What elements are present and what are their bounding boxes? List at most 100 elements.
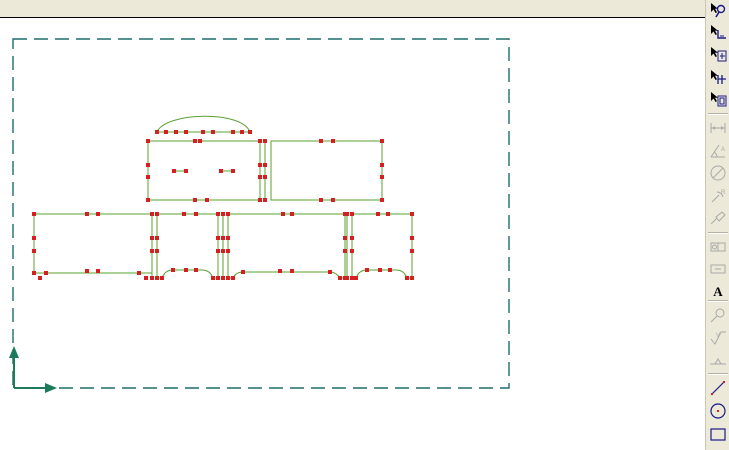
drawing-svg[interactable] xyxy=(0,18,705,450)
selection-handle[interactable] xyxy=(155,249,159,253)
selection-handle[interactable] xyxy=(278,269,282,273)
selection-handle[interactable] xyxy=(258,139,262,143)
selection-handle[interactable] xyxy=(226,276,230,280)
selection-handle[interactable] xyxy=(146,139,150,143)
selection-handle[interactable] xyxy=(32,212,36,216)
selection-handle[interactable] xyxy=(216,276,220,280)
selection-handle[interactable] xyxy=(263,163,267,167)
selection-handle[interactable] xyxy=(248,130,252,134)
drawing-geometry[interactable] xyxy=(33,115,413,279)
selection-handle[interactable] xyxy=(38,276,42,280)
selection-handle[interactable] xyxy=(338,276,342,280)
selection-handle[interactable] xyxy=(144,276,148,280)
selection-handle[interactable] xyxy=(263,139,267,143)
selection-handle[interactable] xyxy=(365,268,369,272)
selection-handle[interactable] xyxy=(150,276,154,280)
selection-handle[interactable] xyxy=(345,212,349,216)
selection-handle[interactable] xyxy=(263,198,267,202)
selection-handle[interactable] xyxy=(164,130,168,134)
selection-handle[interactable] xyxy=(343,249,347,253)
selection-handle[interactable] xyxy=(182,212,186,216)
selection-handle[interactable] xyxy=(258,163,262,167)
selection-handle[interactable] xyxy=(216,249,220,253)
selection-handle[interactable] xyxy=(96,212,100,216)
selection-handle[interactable] xyxy=(96,269,100,273)
select-zoom-button[interactable] xyxy=(709,2,727,20)
selection-handle[interactable] xyxy=(226,212,230,216)
selection-handle[interactable] xyxy=(386,212,390,216)
select-corner-button[interactable] xyxy=(709,24,727,42)
selection-handle[interactable] xyxy=(211,130,215,134)
selection-handle[interactable] xyxy=(198,139,202,143)
selection-handle[interactable] xyxy=(146,163,150,167)
selection-handle[interactable] xyxy=(376,212,380,216)
selection-handle[interactable] xyxy=(184,268,188,272)
selection-handle[interactable] xyxy=(184,169,188,173)
selection-handle[interactable] xyxy=(343,236,347,240)
text-button[interactable]: A xyxy=(709,283,727,301)
selection-handle[interactable] xyxy=(410,212,414,216)
selection-handle[interactable] xyxy=(380,139,384,143)
selection-handle[interactable] xyxy=(221,276,225,280)
selection-handle[interactable] xyxy=(205,198,209,202)
selection-handle[interactable] xyxy=(350,212,354,216)
selection-handle[interactable] xyxy=(410,236,414,240)
selection-handle[interactable] xyxy=(211,276,215,280)
selection-handle[interactable] xyxy=(231,276,235,280)
selection-handle[interactable] xyxy=(150,236,154,240)
selection-handle[interactable] xyxy=(44,271,48,275)
selection-handle[interactable] xyxy=(194,268,198,272)
selection-handle[interactable] xyxy=(155,130,159,134)
selection-handle[interactable] xyxy=(380,163,384,167)
selection-handle[interactable] xyxy=(350,236,354,240)
selection-handle[interactable] xyxy=(174,130,178,134)
selection-handle[interactable] xyxy=(240,130,244,134)
selection-handle[interactable] xyxy=(172,169,176,173)
selection-handle[interactable] xyxy=(221,249,225,253)
selection-handle[interactable] xyxy=(350,276,354,280)
selection-handle[interactable] xyxy=(380,198,384,202)
selection-handle[interactable] xyxy=(231,130,235,134)
selection-handle[interactable] xyxy=(85,212,89,216)
selection-handle[interactable] xyxy=(231,169,235,173)
selection-handle[interactable] xyxy=(193,198,197,202)
selection-handle[interactable] xyxy=(354,276,358,280)
selection-handle[interactable] xyxy=(290,269,294,273)
selection-handle[interactable] xyxy=(201,130,205,134)
selection-handle[interactable] xyxy=(410,276,414,280)
selection-handle[interactable] xyxy=(150,212,154,216)
selection-handle[interactable] xyxy=(388,268,392,272)
selection-handle[interactable] xyxy=(219,169,223,173)
selection-handle[interactable] xyxy=(328,270,332,274)
selection-handle[interactable] xyxy=(281,212,285,216)
selection-handle[interactable] xyxy=(226,236,230,240)
rectangle-tool-button[interactable] xyxy=(709,425,727,443)
selection-handle[interactable] xyxy=(331,198,335,202)
selection-handle[interactable] xyxy=(319,139,323,143)
selection-handle[interactable] xyxy=(263,175,267,179)
selection-handle[interactable] xyxy=(155,276,159,280)
selection-handle[interactable] xyxy=(137,271,141,275)
selection-handle[interactable] xyxy=(380,175,384,179)
selection-handle[interactable] xyxy=(221,212,225,216)
selection-handle[interactable] xyxy=(146,198,150,202)
selection-handle[interactable] xyxy=(155,236,159,240)
selection-handle[interactable] xyxy=(350,249,354,253)
circle-tool-button[interactable] xyxy=(709,402,727,420)
selection-handle[interactable] xyxy=(378,268,382,272)
select-dimension-button[interactable] xyxy=(709,46,727,64)
line-tool-button[interactable] xyxy=(709,379,727,397)
selection-handle[interactable] xyxy=(345,276,349,280)
selection-handle[interactable] xyxy=(319,198,323,202)
selection-handle[interactable] xyxy=(331,139,335,143)
selection-handle[interactable] xyxy=(150,249,154,253)
selection-handle[interactable] xyxy=(405,276,409,280)
selection-handle[interactable] xyxy=(184,130,188,134)
selection-handle[interactable] xyxy=(32,236,36,240)
selection-handle[interactable] xyxy=(85,269,89,273)
selection-handle[interactable] xyxy=(171,268,175,272)
drawing-canvas[interactable] xyxy=(0,18,705,450)
selection-handle[interactable] xyxy=(221,236,225,240)
selection-handle[interactable] xyxy=(258,175,262,179)
selection-handle[interactable] xyxy=(193,139,197,143)
